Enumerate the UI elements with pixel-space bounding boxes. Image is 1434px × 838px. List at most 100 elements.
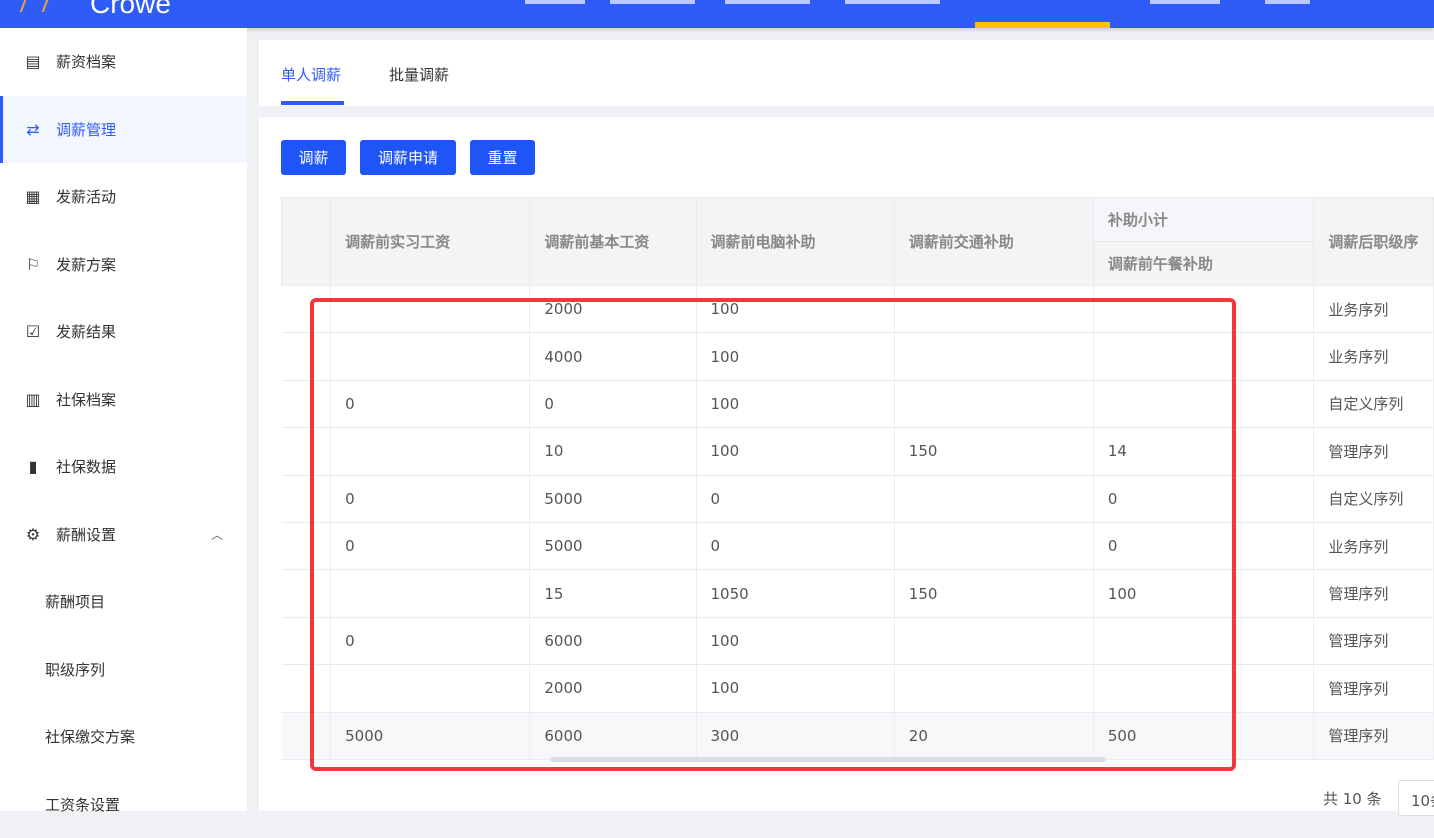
nav-item[interactable] [1265, 0, 1310, 4]
tab-bar: 单人调薪 批量调薪 [259, 40, 1434, 106]
sidebar-item-label: 发薪活动 [56, 188, 117, 206]
nav-item[interactable] [525, 0, 585, 4]
table-cell [894, 332, 1094, 381]
sidebar-item-label: 社保缴交方案 [45, 728, 136, 746]
table-cell: 500 [1093, 712, 1315, 760]
table-cell [330, 427, 531, 476]
table-cell: 5000 [529, 475, 697, 523]
table-cell: 1050 [696, 569, 895, 618]
table-cell: 管理序列 [1313, 427, 1434, 476]
nav-item[interactable] [845, 0, 940, 4]
nav-item[interactable] [725, 0, 810, 4]
table-cell [281, 427, 332, 476]
table-cell: 0 [529, 380, 697, 429]
table-header: 调薪前交通补助 [893, 197, 1094, 286]
tab-single-adjust[interactable]: 单人调薪 [281, 64, 341, 85]
table-row[interactable]: 2000 100 业务序列 [281, 285, 1434, 334]
horizontal-scrollbar[interactable] [550, 757, 1106, 762]
salary-table: 调薪前实习工资 调薪前基本工资 调薪前电脑补助 调薪前交通补助 补助小计 调薪后… [280, 197, 1434, 760]
nav-item[interactable] [610, 0, 695, 4]
table-cell [281, 712, 332, 760]
sidebar-item-social-plan[interactable]: 社保缴交方案 [0, 703, 247, 770]
sidebar-item-label: 社保档案 [56, 391, 117, 409]
table-cell: 5000 [330, 712, 531, 760]
table-row[interactable]: 15 1050 150 100 管理序列 [281, 569, 1434, 618]
table-header: 调薪前午餐补助 [1092, 241, 1315, 286]
table-row[interactable]: 2000 100 管理序列 [281, 664, 1434, 713]
sidebar-item-salary-adjust[interactable]: ⇄ 调薪管理 [0, 96, 247, 163]
sidebar-item-rank-sequence[interactable]: 职级序列 [0, 636, 247, 703]
document-icon: ▤ [25, 52, 41, 71]
table-cell: 0 [330, 522, 531, 571]
adjust-apply-button[interactable]: 调薪申请 [360, 140, 456, 175]
sidebar-item-social-data[interactable]: ▮ 社保数据 [0, 433, 247, 500]
content-card: 调薪 调薪申请 重置 调薪前实习工资 调薪前基本工资 调薪前电脑补助 调薪前交通… [259, 117, 1434, 811]
nav-item[interactable] [1150, 0, 1220, 4]
table-cell: 100 [696, 332, 895, 381]
table-row[interactable]: 0 5000 0 0 业务序列 [281, 522, 1434, 571]
table-cell: 10 [529, 427, 697, 476]
sidebar-item-label: 发薪方案 [56, 256, 117, 274]
sidebar-item-pay-result[interactable]: ☑ 发薪结果 [0, 298, 247, 365]
table-cell: 业务序列 [1313, 332, 1434, 381]
table-cell: 14 [1093, 427, 1315, 476]
sidebar-item-salary-archive[interactable]: ▤ 薪资档案 [0, 28, 247, 95]
table-cell: 管理序列 [1313, 617, 1434, 666]
table-cell [330, 569, 531, 618]
table-cell [281, 569, 332, 618]
sidebar-item-label: 薪资档案 [56, 53, 117, 71]
table-cell [894, 285, 1094, 334]
sidebar-item-label: 工资条设置 [45, 796, 121, 814]
table-header: 调薪前基本工资 [529, 197, 697, 286]
tab-batch-adjust[interactable]: 批量调薪 [389, 64, 449, 85]
sidebar-item-payslip-settings[interactable]: 工资条设置 [0, 771, 247, 838]
sidebar-item-pay-plan[interactable]: ⚐ 发薪方案 [0, 231, 247, 298]
table-cell: 管理序列 [1313, 664, 1434, 713]
table-cell: 300 [696, 712, 895, 760]
table-cell: 0 [696, 475, 895, 523]
table-cell [330, 332, 531, 381]
sidebar-item-label: 薪酬项目 [45, 593, 106, 611]
table-row[interactable]: 4000 100 业务序列 [281, 332, 1434, 381]
sidebar: ▤ 薪资档案 ⇄ 调薪管理 ▦ 发薪活动 ⚐ 发薪方案 ☑ 发薪结果 ▥ 社保档案 ▮ 社保数… [0, 28, 247, 814]
table-cell [281, 617, 332, 666]
table-row[interactable]: 10 100 150 14 管理序列 [281, 427, 1434, 476]
flag-icon: ⚐ [25, 255, 41, 274]
sidebar-item-social-archive[interactable]: ▥ 社保档案 [0, 366, 247, 433]
table-cell [330, 285, 531, 334]
table-cell: 业务序列 [1313, 522, 1434, 571]
table-cell: 2000 [529, 664, 697, 713]
table-row[interactable]: 0 0 100 自定义序列 [281, 380, 1434, 429]
clipboard-check-icon: ☑ [25, 322, 41, 341]
table-cell [894, 617, 1094, 666]
sidebar-item-pay-activity[interactable]: ▦ 发薪活动 [0, 163, 247, 230]
table-row[interactable]: 0 5000 0 0 自定义序列 [281, 475, 1434, 523]
table-row[interactable]: 5000 6000 300 20 500 管理序列 [281, 712, 1434, 760]
table-cell [894, 664, 1094, 713]
table-cell: 100 [696, 617, 895, 666]
table-cell: 100 [696, 427, 895, 476]
table-cell [281, 475, 332, 523]
table-row[interactable]: 0 6000 100 管理序列 [281, 617, 1434, 666]
table-cell: 100 [696, 285, 895, 334]
pagination-total: 共 10 条 [1323, 790, 1382, 808]
table-cell: 0 [330, 475, 531, 523]
sidebar-item-pay-settings[interactable]: ⚙ 薪酬设置 ︿ [0, 501, 247, 568]
table-cell: 150 [894, 569, 1094, 618]
table-cell: 0 [696, 522, 895, 571]
table-cell [894, 380, 1094, 429]
reset-button[interactable]: 重置 [470, 140, 535, 175]
table-cell [894, 522, 1094, 571]
sidebar-item-pay-items[interactable]: 薪酬项目 [0, 568, 247, 635]
sidebar-item-label: 薪酬设置 [56, 526, 117, 544]
table-group-header: 补助小计 [1092, 197, 1315, 242]
table-cell [1093, 617, 1315, 666]
table-cell [894, 475, 1094, 523]
adjust-button[interactable]: 调薪 [281, 140, 346, 175]
table-cell: 0 [330, 380, 531, 429]
table-cell: 0 [1093, 475, 1315, 523]
table-cell [281, 380, 332, 429]
table-cell: 4000 [529, 332, 697, 381]
bar-chart-icon: ▮ [28, 457, 38, 476]
table-cell: 100 [696, 380, 895, 429]
